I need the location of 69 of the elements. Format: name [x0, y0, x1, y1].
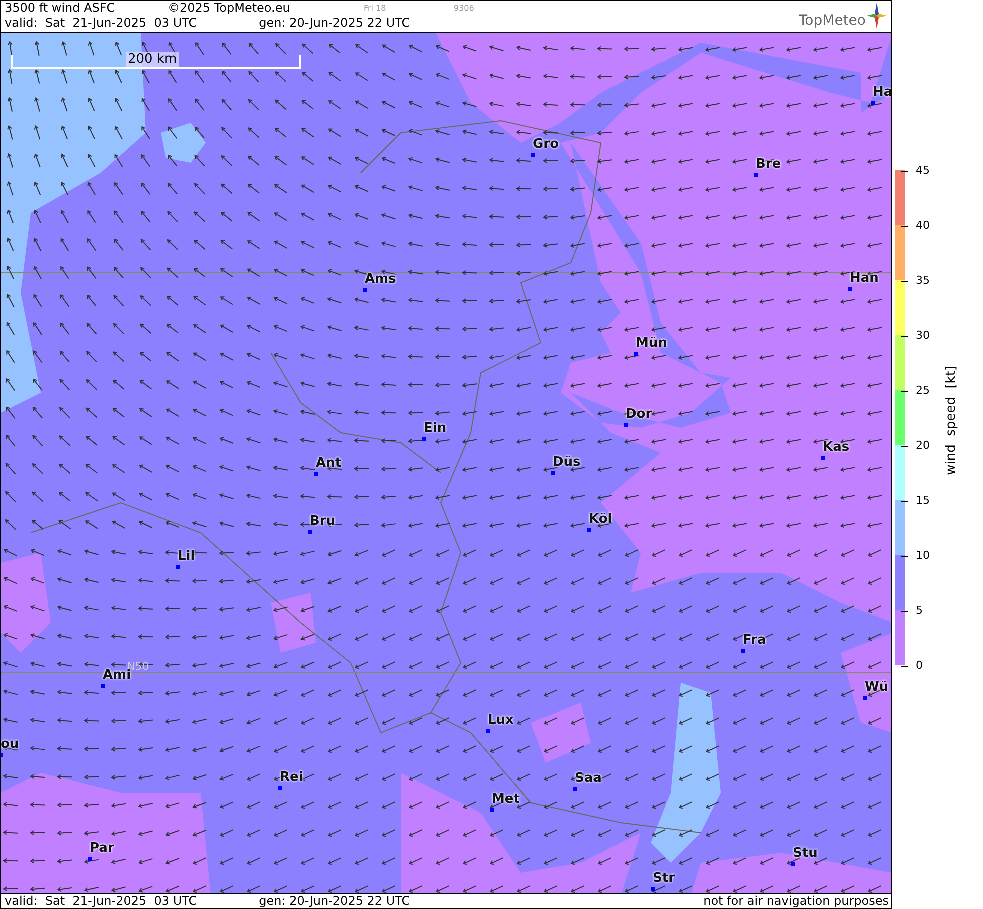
city-marker-icon — [624, 422, 628, 427]
city-label: Mün — [636, 336, 668, 351]
city-label: Ams — [365, 272, 396, 287]
city-label: Wü — [865, 680, 889, 695]
valid-time: valid: Sat 21-Jun-2025 03 UTC — [5, 16, 198, 31]
city-marker-icon — [573, 786, 577, 791]
legend-tick-label: 40 — [916, 223, 930, 229]
city-marker-icon — [531, 152, 535, 157]
city-marker-icon — [754, 172, 758, 177]
city-label: Rei — [280, 770, 304, 785]
city-label: Ant — [316, 456, 342, 471]
day-label: Fri 18 — [364, 3, 388, 15]
city-label: Str — [653, 870, 675, 886]
map-title: 3500 ft wind ASFC — [5, 1, 116, 16]
code-label: 9306 — [454, 3, 474, 15]
city-marker-icon — [314, 472, 318, 476]
city-label: Par — [90, 840, 114, 856]
city-marker-icon — [651, 886, 655, 891]
city-marker-icon — [101, 684, 105, 688]
legend-tick-label: 15 — [916, 498, 930, 504]
legend-tick-label: 30 — [916, 333, 930, 339]
copyright-text: ©2025 TopMeteo.eu — [168, 1, 292, 16]
legend-tick-label: 10 — [916, 553, 930, 559]
city-marker-icon — [871, 100, 875, 105]
legend-tick-label: 5 — [916, 608, 923, 614]
city-label: Lil — [178, 548, 196, 564]
scale-label: 200 km — [126, 52, 180, 67]
city-label: Fra — [743, 632, 766, 648]
city-label: Saa — [575, 770, 602, 786]
city-marker-icon — [176, 564, 180, 569]
city-marker-icon — [88, 856, 92, 861]
city-marker-icon — [863, 696, 867, 700]
city-label: Ein — [424, 420, 447, 436]
city-label: Köl — [589, 512, 612, 527]
generated-time: gen: 20-Jun-2025 22 UTC — [259, 16, 412, 31]
city-marker-icon — [634, 352, 638, 356]
city-marker-icon — [278, 786, 282, 790]
disclaimer-text: not for air navigation purposes — [704, 894, 890, 908]
legend-tick-label: 20 — [916, 443, 930, 449]
city-marker-icon — [551, 470, 555, 475]
city-marker-icon — [791, 862, 795, 866]
legend-tick-label: 0 — [916, 663, 923, 669]
city-label: Bru — [310, 514, 336, 529]
legend-tick-label: 35 — [916, 278, 930, 284]
city-label: Dor — [626, 406, 652, 422]
city-label: Kas — [823, 440, 850, 455]
generated-time: gen: 20-Jun-2025 22 UTC — [259, 894, 412, 908]
city-marker-icon — [587, 528, 591, 532]
logo-text: TopMeteo — [799, 13, 866, 29]
legend-tick-label: 25 — [916, 388, 930, 394]
city-marker-icon — [741, 648, 745, 653]
city-label: Stu — [793, 846, 818, 861]
city-label: Gro — [533, 136, 560, 152]
city-marker-icon — [422, 436, 426, 441]
city-marker-icon — [308, 530, 312, 534]
city-label: ou — [1, 736, 20, 752]
city-label: Bre — [756, 156, 782, 172]
city-label: Met — [492, 792, 520, 807]
city-marker-icon — [363, 288, 367, 292]
city-marker-icon — [486, 728, 490, 733]
city-marker-icon — [848, 286, 852, 291]
city-marker-icon — [490, 808, 494, 812]
city-label: Düs — [553, 454, 581, 470]
compass-star-icon — [867, 3, 887, 29]
legend-tick-label: 45 — [916, 168, 930, 174]
valid-time: valid: Sat 21-Jun-2025 03 UTC — [5, 894, 198, 908]
city-label: Han — [850, 270, 879, 286]
legend-title: wind speed [kt] — [944, 366, 959, 476]
city-marker-icon — [821, 456, 825, 460]
